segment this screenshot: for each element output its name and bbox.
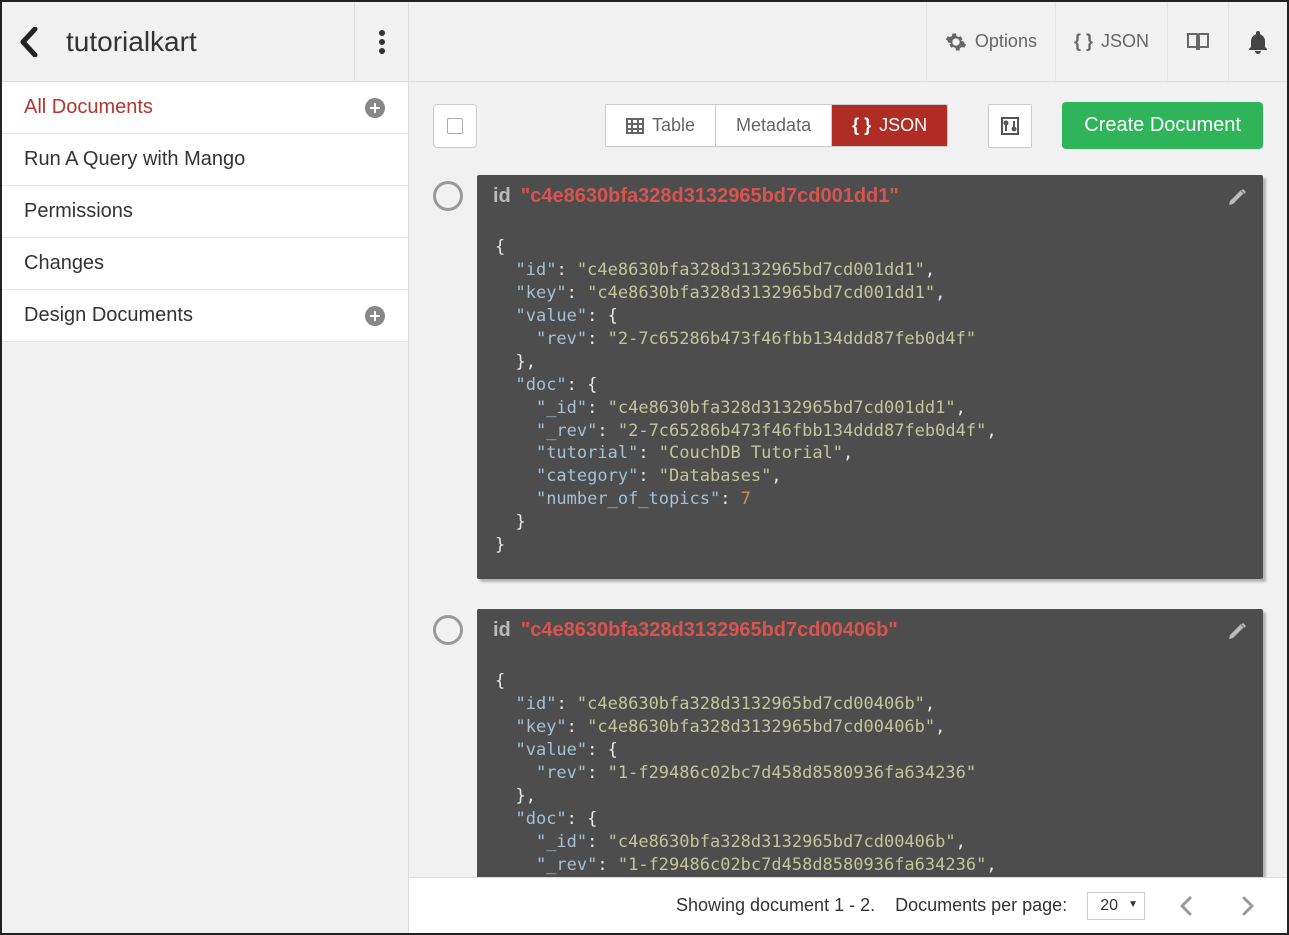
edit-document-button[interactable] (1227, 621, 1247, 641)
sidebar-item-changes[interactable]: Changes (2, 238, 408, 290)
braces-icon: { } (852, 115, 871, 136)
notifications-button[interactable] (1228, 2, 1287, 81)
sidebar-item-permissions[interactable]: Permissions (2, 186, 408, 238)
db-menu-button[interactable] (354, 2, 408, 81)
table-icon (626, 118, 644, 134)
create-document-button[interactable]: Create Document (1062, 102, 1263, 149)
query-options-button[interactable] (988, 104, 1032, 148)
plus-circle-icon[interactable] (364, 97, 386, 119)
view-json-button[interactable]: { } JSON (832, 105, 947, 146)
options-label: Options (975, 31, 1037, 52)
sidebar-item-label: Design Documents (24, 304, 193, 327)
pencil-icon (1227, 187, 1247, 207)
create-document-label: Create Document (1084, 114, 1241, 136)
sidebar: All Documents Run A Query with Mango Permi… (2, 82, 409, 933)
top-bar: tutorialkart Options { } JSON (2, 2, 1287, 82)
cogs-icon (945, 31, 967, 53)
sidebar-item-label: Changes (24, 252, 104, 275)
per-page-value: 20 (1100, 897, 1118, 914)
select-all-checkbox[interactable] (433, 104, 477, 148)
plus-circle-icon[interactable] (364, 305, 386, 327)
sidebar-item-label: Permissions (24, 200, 133, 223)
document-row: id "c4e8630bfa328d3132965bd7cd001dd1" { "i… (433, 175, 1263, 579)
document-select-radio[interactable] (433, 181, 463, 211)
document-card: id "c4e8630bfa328d3132965bd7cd00406b" { "i… (477, 609, 1263, 877)
bell-icon (1247, 30, 1269, 54)
edit-document-button[interactable] (1227, 187, 1247, 207)
sidebar-item-design-documents[interactable]: Design Documents (2, 290, 408, 342)
chevron-down-icon: ▼ (1128, 899, 1138, 910)
document-id-value: "c4e8630bfa328d3132965bd7cd00406b" (521, 619, 898, 642)
book-icon (1186, 31, 1210, 53)
next-page-button[interactable] (1227, 896, 1269, 916)
view-table-button[interactable]: Table (606, 105, 716, 146)
content-area: Table Metadata { } JSON (409, 82, 1287, 877)
footer-bar: Showing document 1 - 2. Documents per pa… (409, 877, 1287, 933)
document-json-body: { "id": "c4e8630bfa328d3132965bd7cd001dd… (477, 218, 1263, 579)
document-card: id "c4e8630bfa328d3132965bd7cd001dd1" { "i… (477, 175, 1263, 579)
sidebar-item-label: All Documents (24, 96, 153, 119)
back-button[interactable] (2, 2, 56, 81)
showing-text: Showing document 1 - 2. (676, 895, 875, 916)
per-page-label: Documents per page: (895, 895, 1067, 916)
sidebar-item-all-documents[interactable]: All Documents (2, 82, 408, 134)
document-select-radio[interactable] (433, 615, 463, 645)
pencil-icon (1227, 621, 1247, 641)
braces-icon: { } (1074, 31, 1093, 52)
per-page-select[interactable]: 20 ▼ (1087, 892, 1145, 920)
view-toggle-group: Table Metadata { } JSON (605, 104, 948, 147)
document-id-label: id (493, 185, 511, 208)
document-id-value: "c4e8630bfa328d3132965bd7cd001dd1" (521, 185, 899, 208)
sliders-icon (1001, 117, 1019, 135)
document-row: id "c4e8630bfa328d3132965bd7cd00406b" { "i… (433, 609, 1263, 877)
options-button[interactable]: Options (926, 2, 1055, 81)
global-json-button[interactable]: { } JSON (1055, 2, 1167, 81)
docs-icon-button[interactable] (1167, 2, 1228, 81)
document-json-body: { "id": "c4e8630bfa328d3132965bd7cd00406… (477, 652, 1263, 877)
sidebar-item-label: Run A Query with Mango (24, 148, 245, 171)
sidebar-item-run-a-query-with-mango[interactable]: Run A Query with Mango (2, 134, 408, 186)
view-metadata-label: Metadata (736, 115, 811, 136)
global-json-label: JSON (1101, 31, 1149, 52)
document-id-label: id (493, 619, 511, 642)
view-table-label: Table (652, 115, 695, 136)
view-json-label: JSON (879, 115, 927, 136)
view-metadata-button[interactable]: Metadata (716, 105, 832, 146)
prev-page-button[interactable] (1165, 896, 1207, 916)
database-name: tutorialkart (56, 26, 354, 58)
